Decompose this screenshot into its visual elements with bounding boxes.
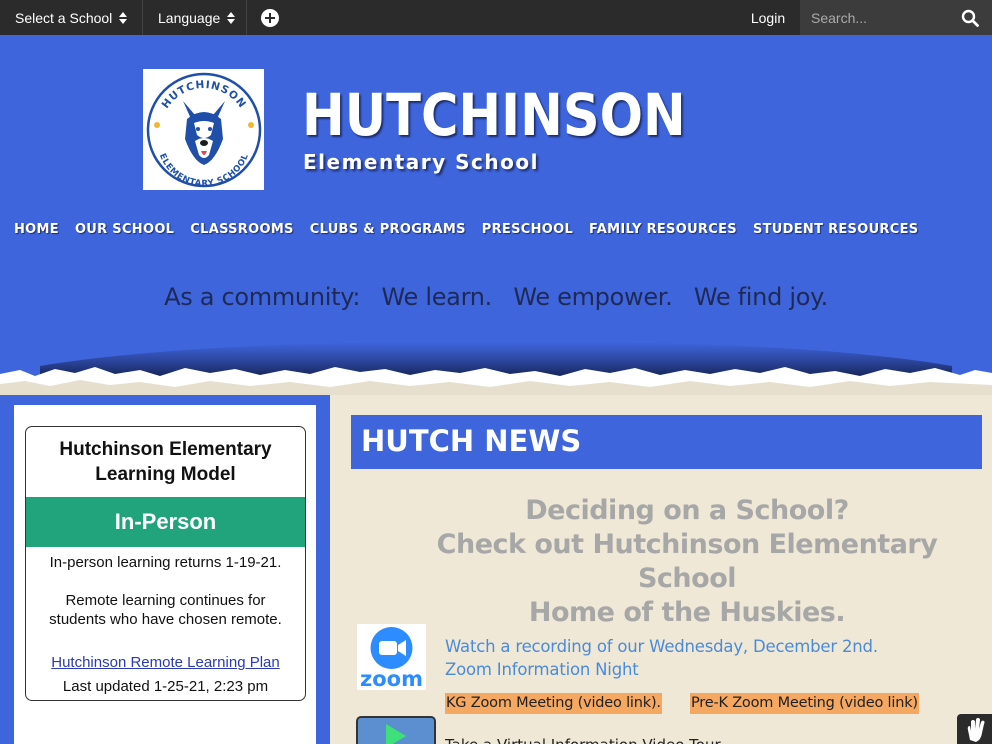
- accessibility-button[interactable]: [957, 714, 992, 744]
- school-logo[interactable]: HUTCHINSON ELEMENTARY SCHOOL: [143, 69, 264, 190]
- kg-zoom-link[interactable]: KG Zoom Meeting (video link).: [445, 693, 662, 714]
- news-heading: HUTCH NEWS: [361, 424, 582, 458]
- language-dropdown[interactable]: Language: [143, 0, 247, 35]
- zoom-recording-line-1: Watch a recording of our Wednesday, Dece…: [445, 637, 878, 656]
- remote-learning-plan-link[interactable]: Hutchinson Remote Learning Plan: [51, 654, 279, 671]
- search-icon[interactable]: [961, 9, 979, 27]
- nav-home[interactable]: HOME: [14, 220, 59, 240]
- updown-arrows-icon: [227, 11, 236, 24]
- plus-circle-icon: [261, 8, 279, 27]
- learning-model-card: Hutchinson Elementary Learning Model In-…: [25, 426, 306, 701]
- news-promo: Deciding on a School? Check out Hutchins…: [392, 494, 982, 630]
- promo-line-3: Home of the Huskies.: [528, 597, 846, 628]
- select-school-dropdown[interactable]: Select a School: [0, 0, 143, 35]
- language-label: Language: [158, 9, 221, 26]
- play-icon: [358, 718, 434, 744]
- search-input[interactable]: [800, 0, 955, 35]
- learning-model-status: In-Person: [26, 497, 305, 547]
- nav-student-resources[interactable]: STUDENT RESOURCES: [753, 220, 919, 240]
- promo-line-2: Check out Hutchinson Elementary School: [436, 529, 938, 594]
- nav-preschool[interactable]: PRESCHOOL: [482, 220, 573, 240]
- zoom-recording-line-2: Zoom Information Night: [445, 660, 639, 679]
- updown-arrows-icon: [119, 11, 128, 24]
- husky-logo-icon: HUTCHINSON ELEMENTARY SCHOOL: [146, 72, 262, 189]
- main-nav: HOME OUR SCHOOL CLASSROOMS CLUBS & PROGR…: [14, 220, 934, 240]
- learning-model-return-date: In-person learning returns 1-19-21.: [49, 554, 282, 571]
- learning-model-title: Hutchinson Elementary Learning Model: [26, 437, 305, 487]
- school-motto: As a community: We learn. We empower. We…: [0, 283, 992, 311]
- video-tour-text[interactable]: Take a Virtual Information Video Tour: [445, 736, 745, 744]
- plus-button[interactable]: [247, 0, 293, 35]
- video-tour-label: Take a Virtual Information Video Tour: [445, 736, 745, 744]
- zoom-logo[interactable]: zoom: [357, 624, 426, 691]
- site-title[interactable]: HUTCHINSON: [302, 80, 686, 150]
- login-link[interactable]: Login: [736, 0, 800, 35]
- select-school-label: Select a School: [15, 9, 113, 26]
- motto-part-1: As a community:: [164, 283, 361, 311]
- prek-zoom-link[interactable]: Pre-K Zoom Meeting (video link): [690, 693, 919, 714]
- promo-line-1: Deciding on a School?: [525, 495, 849, 526]
- motto-part-2: We learn.: [381, 283, 493, 311]
- hand-icon: [967, 718, 985, 742]
- site-subtitle: Elementary School: [303, 150, 539, 174]
- zoom-recording-text[interactable]: Watch a recording of our Wednesday, Dece…: [445, 635, 878, 681]
- learning-model-remote-line-1: Remote learning continues for: [65, 592, 266, 609]
- motto-part-3: We empower.: [513, 283, 673, 311]
- nav-family-resources[interactable]: FAMILY RESOURCES: [589, 220, 737, 240]
- nav-our-school[interactable]: OUR SCHOOL: [75, 220, 174, 240]
- zoom-icon: zoom: [360, 627, 423, 691]
- nav-classrooms[interactable]: CLASSROOMS: [190, 220, 293, 240]
- video-thumbnail[interactable]: [356, 716, 436, 744]
- nav-clubs-programs[interactable]: CLUBS & PROGRAMS: [310, 220, 466, 240]
- news-header: HUTCH NEWS: [351, 415, 982, 469]
- learning-model-title-line-2: Learning Model: [95, 464, 236, 485]
- learning-model-remote-line-2: students who have chosen remote.: [49, 611, 282, 628]
- motto-part-4: We find joy.: [693, 283, 828, 311]
- learning-model-title-line-1: Hutchinson Elementary: [59, 439, 272, 460]
- learning-model-updated: Last updated 1-25-21, 2:23 pm: [62, 678, 269, 695]
- svg-text:zoom: zoom: [360, 667, 423, 690]
